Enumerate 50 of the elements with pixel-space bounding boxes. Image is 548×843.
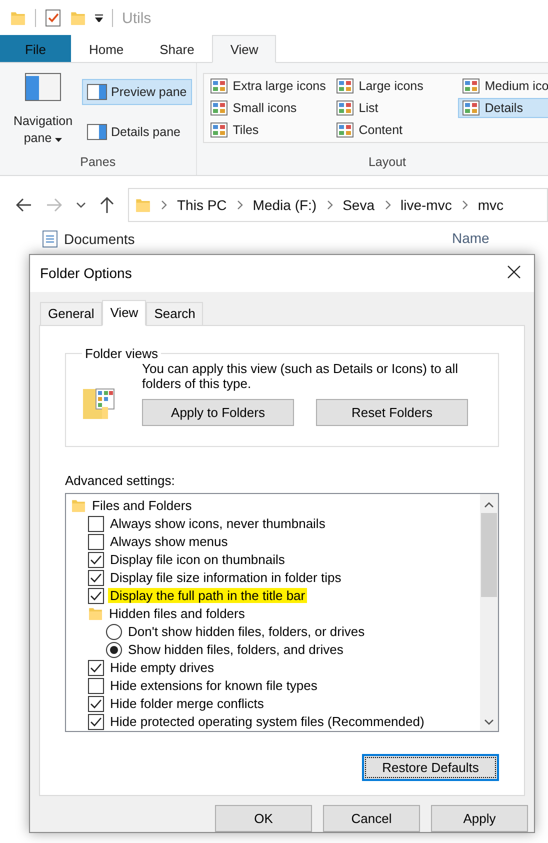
- group-title: Folder views: [84, 346, 159, 361]
- folder-button[interactable]: Reset Folders: [316, 398, 468, 426]
- setting-label: Hide folder merge conflicts: [109, 696, 265, 712]
- setting-label: Hide empty drives: [109, 660, 216, 676]
- breadcrumb[interactable]: This PC: [177, 197, 227, 213]
- column-header[interactable]: Name: [452, 230, 490, 248]
- layout-option[interactable]: Content: [332, 120, 458, 140]
- restore-defaults-button[interactable]: Restore Defaults: [362, 754, 499, 781]
- folder-button[interactable]: Apply to Folders: [142, 398, 294, 426]
- breadcrumb[interactable]: Seva: [342, 197, 375, 213]
- dialog-title: Folder Options: [40, 265, 132, 282]
- breadcrumb[interactable]: live-mvc: [400, 197, 452, 213]
- pane-button[interactable]: Preview pane: [82, 79, 192, 105]
- setting-label: Hidden files and folders: [108, 606, 246, 622]
- group-label: Layout: [367, 155, 408, 171]
- pane-button[interactable]: Details pane: [82, 119, 192, 145]
- layout-option[interactable]: Details: [458, 98, 548, 118]
- dialog-tab[interactable]: View: [102, 300, 146, 326]
- layout-option[interactable]: List: [332, 98, 458, 118]
- dialog-button[interactable]: OK: [215, 805, 312, 832]
- layout-option[interactable]: Extra large icons: [206, 76, 332, 96]
- setting-label: Hide extensions for known file types: [109, 678, 318, 694]
- setting-label: Display the full path in the title bar: [108, 588, 308, 604]
- setting-label: Don't show hidden files, folders, or drives: [127, 624, 366, 640]
- window-title: Utils: [122, 10, 152, 26]
- group-label: Panes: [79, 155, 117, 171]
- layout-option[interactable]: Large icons: [332, 76, 458, 96]
- folder-views-text: You can apply this view (such as Details or Icons) to all folders of this type.: [142, 360, 460, 391]
- address-bar[interactable]: This PC Media (F:) Seva live-mvc mvc: [128, 188, 548, 222]
- setting-label: Show hidden files, folders, and drives: [127, 642, 344, 658]
- setting-label: Always show icons, never thumbnails: [109, 516, 326, 532]
- dialog-tab[interactable]: Search: [146, 302, 204, 325]
- breadcrumb[interactable]: mvc: [478, 197, 504, 213]
- dialog-button[interactable]: Cancel: [323, 805, 420, 832]
- ribbon-tab[interactable]: View: [212, 35, 276, 63]
- dialog-button[interactable]: Apply: [431, 805, 528, 832]
- layout-option[interactable]: Small icons: [206, 98, 332, 118]
- navigation-pane-button[interactable]: Navigation pane: [8, 69, 78, 155]
- layout-option[interactable]: Medium ico: [458, 76, 548, 96]
- breadcrumb[interactable]: Media (F:): [252, 197, 317, 213]
- ribbon-tab[interactable]: File: [0, 35, 71, 62]
- nav-item[interactable]: Documents: [42, 230, 410, 248]
- advanced-settings-label: Advanced settings:: [65, 472, 176, 488]
- dialog-tab[interactable]: General: [40, 302, 102, 325]
- setting-label: Display file icon on thumbnails: [109, 552, 286, 568]
- layout-option[interactable]: Tiles: [206, 120, 332, 140]
- setting-label: Files and Folders: [91, 498, 193, 514]
- setting-label: Display file size information in folder tips: [109, 570, 342, 586]
- setting-label: Hide protected operating system files (Recommended): [109, 714, 426, 730]
- setting-label: Always show menus: [109, 534, 229, 550]
